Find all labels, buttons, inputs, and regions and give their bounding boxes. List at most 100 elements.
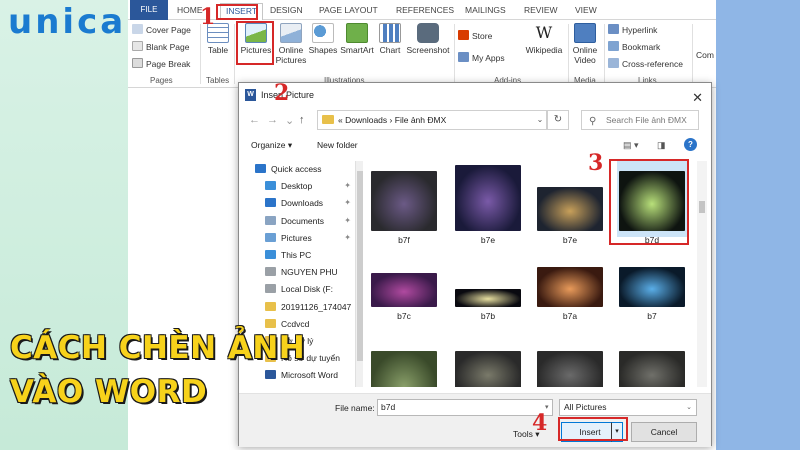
nav-item[interactable]: Documents ✦ — [247, 213, 355, 229]
tab-references[interactable]: REFERENCES — [396, 5, 454, 15]
preview-pane-icon[interactable]: ◨ — [657, 140, 666, 151]
hyperlink-button[interactable]: Hyperlink — [608, 24, 657, 35]
file-thumbnail — [455, 351, 521, 387]
file-item[interactable]: b7a — [535, 267, 605, 343]
wikipedia-button[interactable]: W Wikipedia — [522, 23, 566, 55]
cover-page-button[interactable]: Cover Page — [132, 24, 191, 35]
drive-icon — [265, 284, 276, 294]
screenshot-button[interactable]: Screenshot — [404, 23, 452, 55]
group-label-pages: Pages — [150, 76, 173, 85]
file-item[interactable] — [617, 351, 687, 387]
cancel-button[interactable]: Cancel — [631, 422, 697, 442]
pin-icon[interactable]: ✦ — [344, 213, 351, 229]
nav-item-label: 20191126_174047 — [281, 301, 352, 312]
file-item[interactable] — [453, 351, 523, 387]
online-video-button[interactable]: Online Video — [570, 23, 600, 65]
blank-page-icon — [132, 41, 143, 51]
chart-button[interactable]: Chart — [376, 23, 404, 55]
close-button[interactable]: ✕ — [692, 86, 703, 110]
nav-item[interactable]: NGUYEN PHU — [247, 264, 355, 280]
help-icon[interactable]: ? — [684, 138, 697, 151]
nav-scroll-thumb[interactable] — [357, 171, 363, 361]
file-thumbnail — [371, 273, 437, 307]
cover-page-icon — [132, 24, 143, 34]
smartart-icon — [346, 23, 368, 43]
address-bar[interactable]: « Downloads › File ảnh ĐMX — [317, 110, 547, 130]
headline-line-2: VÀO WORD — [10, 374, 208, 410]
nav-item[interactable]: This PC — [247, 247, 355, 263]
shapes-icon — [312, 23, 334, 43]
file-thumbnail — [371, 351, 437, 387]
file-item[interactable]: b7c — [369, 267, 439, 343]
breadcrumb-downloads[interactable]: Downloads — [345, 115, 387, 125]
nav-item[interactable]: Quick access — [247, 161, 355, 177]
forward-arrow-icon[interactable]: → — [267, 114, 278, 126]
step-number: 4 — [532, 410, 548, 436]
tab-view[interactable]: VIEW — [575, 5, 597, 15]
tab-design[interactable]: DESIGN — [270, 5, 303, 15]
tab-mailings[interactable]: MAILINGS — [465, 5, 506, 15]
nav-item-label: Quick access — [271, 164, 322, 174]
cross-reference-button[interactable]: Cross-reference — [608, 58, 683, 69]
page-break-icon — [132, 58, 143, 68]
online-pictures-button[interactable]: Online Pictures — [274, 23, 308, 65]
headline: CÁCH CHÈN ẢNH VÀO WORD — [10, 326, 305, 414]
new-folder-button[interactable]: New folder — [317, 140, 358, 150]
blank-page-button[interactable]: Blank Page — [132, 41, 189, 52]
pin-icon[interactable]: ✦ — [344, 230, 351, 246]
file-type-select[interactable]: All Pictures ⌄ — [559, 399, 697, 416]
file-item[interactable]: b7b — [453, 267, 523, 343]
nav-item[interactable]: Local Disk (F: — [247, 281, 355, 297]
nav-item[interactable]: 20191126_174047 — [247, 299, 355, 315]
tab-review[interactable]: REVIEW — [524, 5, 558, 15]
nav-scrollbar[interactable] — [355, 161, 363, 387]
dialog-footer: File name: b7d ▾ All Pictures ⌄ Tools ▾ … — [239, 393, 711, 447]
pin-icon[interactable]: ✦ — [344, 195, 351, 211]
nav-item[interactable]: Downloads ✦ — [247, 195, 355, 211]
apps-icon — [458, 52, 469, 62]
search-icon: ⚲ — [589, 116, 597, 127]
up-arrow-icon[interactable]: ↑ — [299, 114, 305, 126]
nav-item-label: This PC — [281, 250, 312, 260]
store-icon — [458, 30, 469, 40]
tab-file[interactable]: FILE — [130, 0, 168, 20]
pin-icon[interactable]: ✦ — [344, 178, 351, 194]
breadcrumb-folder[interactable]: File ảnh ĐMX — [395, 115, 447, 125]
file-item[interactable]: b7 — [617, 267, 687, 343]
file-grid-scrollbar[interactable] — [697, 161, 707, 387]
tab-home[interactable]: HOME — [177, 5, 203, 15]
history-dropdown-icon[interactable]: ⌄ — [285, 114, 294, 127]
file-name-label: b7e — [562, 235, 578, 245]
file-item[interactable] — [535, 351, 605, 387]
file-item[interactable]: b7e — [453, 161, 523, 245]
shapes-button[interactable]: Shapes — [308, 23, 338, 55]
grid-scroll-thumb[interactable] — [699, 201, 705, 213]
nav-item[interactable]: Desktop ✦ — [247, 178, 355, 194]
file-item[interactable] — [369, 351, 439, 387]
back-arrow-icon[interactable]: ← — [249, 114, 260, 126]
smartart-button[interactable]: SmartArt — [338, 23, 376, 55]
document-icon — [265, 215, 276, 225]
page-break-button[interactable]: Page Break — [132, 58, 190, 69]
bookmark-button[interactable]: Bookmark — [608, 41, 660, 52]
dialog-titlebar: W Insert Picture ✕ — [239, 83, 711, 107]
my-apps-button[interactable]: My Apps — [458, 52, 505, 63]
address-dropdown-icon[interactable]: ⌄ — [533, 110, 547, 130]
file-item[interactable]: b7f — [369, 161, 439, 245]
ribbon-divider — [234, 24, 235, 84]
file-thumbnail — [537, 267, 603, 307]
step-number: 2 — [274, 80, 290, 106]
wikipedia-icon: W — [533, 23, 555, 43]
view-options-icon[interactable]: ▤ ▾ — [623, 140, 639, 151]
store-button[interactable]: Store — [458, 30, 492, 41]
file-name-input[interactable]: b7d — [377, 399, 553, 416]
comment-button[interactable]: Com — [696, 50, 714, 60]
nav-item[interactable]: Pictures ✦ — [247, 230, 355, 246]
insert-picture-dialog: W Insert Picture ✕ ← → ⌄ ↑ « Downloads ›… — [238, 82, 712, 447]
file-name-label: b7f — [398, 235, 410, 245]
bookmark-icon — [608, 41, 619, 51]
organize-menu[interactable]: Organize ▾ — [251, 140, 292, 151]
search-input[interactable]: ⚲ Search File ảnh ĐMX — [581, 110, 699, 130]
refresh-icon[interactable]: ↻ — [547, 110, 569, 130]
tab-page-layout[interactable]: PAGE LAYOUT — [319, 5, 378, 15]
